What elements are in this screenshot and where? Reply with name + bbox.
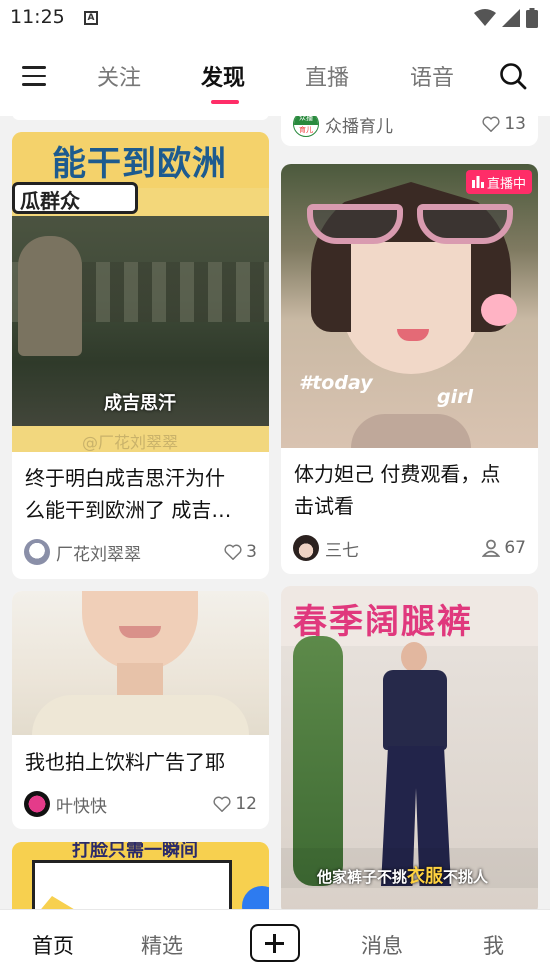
bottom-tab-me[interactable]: 我 — [483, 930, 504, 960]
bottom-tab-featured[interactable]: 精选 — [141, 930, 183, 960]
author-name: 厂花刘翠翠 — [56, 544, 141, 565]
tab-live[interactable]: 直播 — [305, 60, 349, 92]
person-icon — [482, 539, 501, 557]
live-badge-text: 直播中 — [486, 176, 526, 192]
cover-tag-text: 瓜群众 — [20, 189, 80, 213]
feed: 众播 育儿 众播育儿 13 能干到欧洲 瓜群众 成吉思汗 @厂花刘翠翠 终于明白… — [0, 116, 550, 909]
cover-caption-text: 成吉思汗 — [104, 393, 176, 414]
heart-icon — [224, 544, 242, 560]
like-count: 12 — [235, 794, 257, 814]
cover-overlay-text-left: #today — [299, 372, 373, 394]
live-bars-icon — [471, 176, 484, 188]
like-stat[interactable]: 13 — [482, 116, 526, 134]
search-icon[interactable] — [499, 62, 527, 90]
card-cover-image: 能干到欧洲 瓜群众 成吉思汗 @厂花刘翠翠 — [12, 132, 269, 452]
add-post-button[interactable] — [250, 924, 300, 962]
notification-app-icon: A — [84, 11, 98, 25]
tab-discover[interactable]: 发现 — [201, 60, 245, 92]
active-tab-indicator — [211, 100, 239, 104]
card-stub-left[interactable] — [12, 116, 269, 120]
viewer-count: 67 — [504, 538, 526, 558]
avatar — [24, 791, 50, 817]
tab-follow[interactable]: 关注 — [97, 60, 141, 92]
cover-banner-text: 能干到欧洲 — [52, 144, 227, 184]
card-title-line1: 终于明白成吉思汗为什 — [25, 466, 225, 490]
card-cover-image: #today girl 直播中 — [281, 164, 538, 448]
bottom-tab-messages[interactable]: 消息 — [361, 930, 403, 960]
like-stat[interactable]: 12 — [213, 794, 257, 814]
like-stat[interactable]: 3 — [224, 542, 257, 562]
tab-voice[interactable]: 语音 — [410, 60, 454, 92]
heart-icon — [482, 116, 500, 132]
bottom-tab-home[interactable]: 首页 — [32, 930, 74, 960]
feed-card-drink-ad[interactable]: 我也拍上饮料广告了耶 叶快快 12 — [12, 591, 269, 829]
card-cover-image: 打脸只需一瞬间 — [12, 842, 269, 909]
card-title-line1: 体力妲己 付费观看，点 — [294, 462, 501, 486]
wifi-icon — [474, 9, 496, 26]
card-stub-right[interactable]: 众播 育儿 众播育儿 13 — [281, 116, 538, 146]
like-count: 3 — [246, 542, 257, 562]
card-cover-image — [12, 591, 269, 735]
cover-banner-text: 打脸只需一瞬间 — [72, 842, 198, 861]
card-title-line2: 击试看 — [294, 494, 354, 518]
menu-icon[interactable] — [22, 66, 46, 86]
card-title-line2: 么能干到欧洲了 成吉… — [25, 498, 232, 522]
card-title: 我也拍上饮料广告了耶 — [25, 750, 225, 774]
live-badge: 直播中 — [465, 170, 532, 194]
heart-icon — [213, 796, 231, 812]
status-icons — [474, 8, 538, 28]
battery-icon — [526, 8, 538, 28]
cover-caption-text: 他家裤子不挑衣服不挑人 — [317, 866, 489, 887]
top-nav: 关注 发现 直播 语音 — [0, 38, 550, 116]
bottom-nav: 首页 精选 消息 我 — [0, 909, 550, 979]
avatar: 众播 育儿 — [293, 116, 319, 137]
card-cover-image: 春季阔腿裤 他家裤子不挑衣服不挑人 — [281, 586, 538, 909]
avatar — [293, 535, 319, 561]
signal-icon — [502, 9, 520, 27]
cover-overlay-text-right: girl — [437, 386, 473, 408]
feed-card-genghis[interactable]: 能干到欧洲 瓜群众 成吉思汗 @厂花刘翠翠 终于明白成吉思汗为什 么能干到欧洲了… — [12, 132, 269, 579]
feed-card-pants[interactable]: 春季阔腿裤 他家裤子不挑衣服不挑人 — [281, 586, 538, 909]
viewer-stat: 67 — [482, 538, 526, 558]
author-name: 众播育儿 — [325, 116, 393, 137]
author-name: 三七 — [325, 540, 359, 561]
feed-card-face-slap[interactable]: 打脸只需一瞬间 — [12, 842, 269, 909]
status-bar: 11:25 A — [0, 0, 550, 38]
like-count: 13 — [504, 116, 526, 134]
avatar — [24, 539, 50, 565]
author-name: 叶快快 — [56, 796, 107, 817]
cover-watermark-text: @厂花刘翠翠 — [82, 433, 179, 452]
status-time: 11:25 — [10, 6, 65, 28]
feed-card-live-stream[interactable]: #today girl 直播中 体力妲己 付费观看，点 击试看 三七 67 — [281, 164, 538, 574]
